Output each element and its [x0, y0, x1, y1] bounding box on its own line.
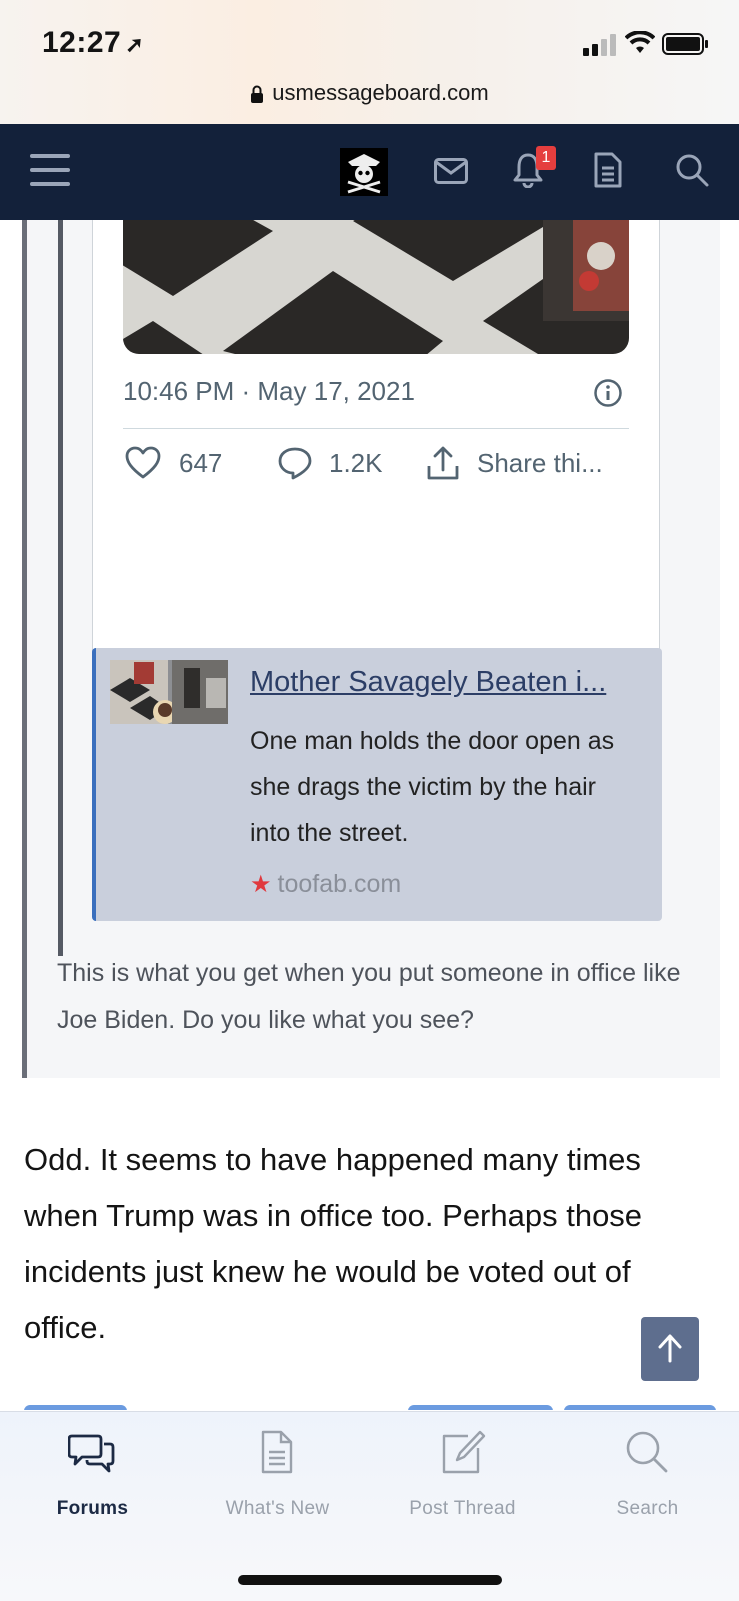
- tab-label: What's New: [225, 1498, 330, 1519]
- nested-quote-bar: [58, 220, 63, 956]
- reply-button-edge[interactable]: [408, 1405, 553, 1410]
- lock-icon: [251, 85, 264, 103]
- compose-icon: [442, 1430, 486, 1474]
- tab-whats-new[interactable]: What's New: [185, 1412, 370, 1532]
- post-body: Odd. It seems to have happened many time…: [24, 1142, 643, 1345]
- thread-content: 10:46 PM · May 17, 2021 647 1.2K Share t…: [0, 220, 739, 1410]
- reply-action[interactable]: 1.2K: [277, 446, 383, 480]
- tweet-divider: [123, 428, 629, 429]
- wifi-icon: [625, 31, 655, 53]
- tweet-media-image: [123, 220, 629, 354]
- tab-search[interactable]: Search: [555, 1412, 739, 1532]
- inbox-icon[interactable]: [434, 158, 468, 184]
- arrow-up-icon: [658, 1334, 682, 1363]
- quote-button-edge[interactable]: [564, 1405, 716, 1410]
- tweet-timestamp[interactable]: 10:46 PM · May 17, 2021: [123, 376, 415, 407]
- document-icon[interactable]: [594, 152, 622, 188]
- tab-label: Post Thread: [409, 1498, 516, 1519]
- link-preview-card[interactable]: Mother Savagely Beaten i... One man hold…: [92, 648, 662, 921]
- thumbnail-image: [110, 660, 228, 724]
- search-icon: [626, 1431, 668, 1473]
- search-icon[interactable]: [674, 152, 710, 188]
- notification-badge: 1: [536, 146, 556, 170]
- quoted-message-text: This is what you get when you put someon…: [57, 959, 681, 1034]
- clock-text: 12:27: [42, 26, 122, 59]
- link-site: ★ toofab.com: [250, 870, 401, 899]
- tweet-media[interactable]: [123, 220, 629, 354]
- tab-forums[interactable]: Forums: [0, 1412, 185, 1532]
- chat-bubbles-icon: [68, 1434, 115, 1473]
- heart-icon: [125, 446, 161, 479]
- address-bar[interactable]: usmessageboard.com: [0, 80, 739, 106]
- document-icon: [261, 1430, 293, 1474]
- home-indicator: [238, 1575, 502, 1585]
- share-icon: [427, 446, 459, 480]
- share-action[interactable]: Share thi...: [425, 446, 603, 480]
- tab-post-thread[interactable]: Post Thread: [370, 1412, 555, 1532]
- url-text: usmessageboard.com: [272, 80, 489, 105]
- battery-icon: [662, 33, 708, 55]
- link-domain: toofab.com: [277, 870, 402, 898]
- tab-label: Search: [616, 1498, 679, 1519]
- site-navbar: [0, 124, 739, 220]
- scroll-to-top-button[interactable]: [641, 1317, 699, 1381]
- cell-signal-icon: [583, 34, 616, 56]
- link-title[interactable]: Mother Savagely Beaten i...: [250, 666, 645, 699]
- tab-label: Forums: [56, 1498, 129, 1519]
- info-icon[interactable]: [593, 378, 623, 408]
- status-time: 12:27 ➚: [42, 26, 144, 60]
- reply-count: 1.2K: [329, 448, 383, 478]
- reply-bubble-icon: [278, 447, 312, 480]
- ios-status-bar: 12:27 ➚ usmessageboard.com: [0, 0, 739, 124]
- location-arrow-icon: ➚: [125, 32, 145, 57]
- link-description: One man holds the door open as she drags…: [250, 727, 615, 847]
- bottom-tab-bar: Forums What's New Post Thread Search: [0, 1411, 739, 1601]
- site-logo[interactable]: [340, 148, 388, 196]
- menu-icon[interactable]: [30, 154, 72, 188]
- star-icon: ★: [250, 871, 272, 898]
- reaction-button-edge[interactable]: [24, 1405, 127, 1410]
- like-count: 647: [179, 448, 223, 478]
- like-action[interactable]: 647: [125, 446, 222, 480]
- link-thumbnail: [110, 660, 228, 724]
- share-label: Share thi...: [477, 448, 603, 478]
